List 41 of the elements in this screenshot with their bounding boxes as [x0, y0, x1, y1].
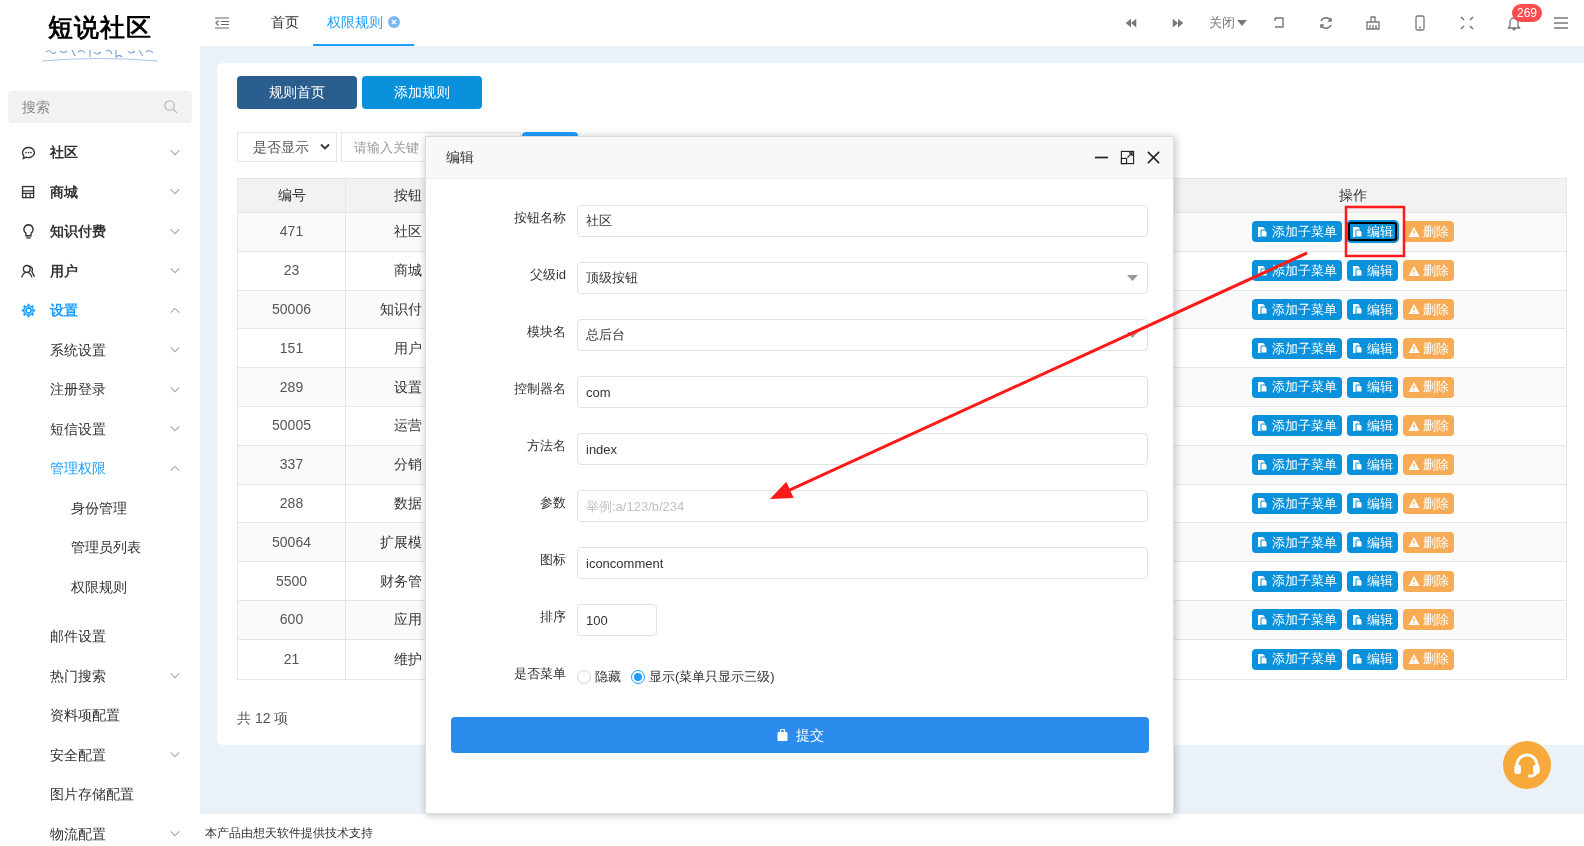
table-cell: 50005: [238, 407, 346, 445]
footer-text: 本产品由想天软件提供技术支持: [205, 824, 373, 842]
field-label: 父级id: [528, 266, 566, 285]
table-cell: 5500: [238, 562, 346, 600]
field-label: 参数: [539, 494, 566, 513]
column-header: 操作: [1338, 186, 1368, 205]
table-cell-text: 用户: [393, 338, 422, 358]
table-cell-text: 设置: [393, 377, 422, 397]
table-cell: 288: [238, 484, 346, 523]
table-cell-text: 数据: [393, 493, 422, 513]
table-cell: 50006: [238, 290, 346, 329]
table-cell-text: 商城: [393, 261, 422, 281]
field-label: 图标: [539, 551, 566, 570]
field-label: 控制器名: [513, 380, 566, 399]
table-cell-text: 财务管: [379, 571, 422, 591]
column-header: 编号: [238, 179, 346, 212]
notification-badge: 269: [1512, 4, 1543, 22]
table-cell: 600: [238, 600, 346, 639]
table-cell: 23: [238, 251, 346, 290]
table-cell-text: 知识付: [379, 300, 422, 319]
table-cell-text: 应用: [393, 610, 422, 630]
field-label: 模块名: [526, 323, 566, 342]
table-cell: 50064: [238, 523, 346, 562]
table-cell-text: 运营: [393, 416, 422, 436]
table-cell: 471: [238, 213, 346, 251]
field-label: 是否菜单: [513, 665, 566, 684]
pagination-total: 共 12 项: [237, 708, 289, 728]
column-header: 按钮: [393, 186, 422, 205]
table-cell: 151: [238, 329, 346, 368]
field-label: 排序: [539, 608, 566, 627]
table-cell: 21: [238, 639, 346, 679]
dialog-title: 编辑: [446, 148, 474, 167]
field-label: 方法名: [526, 437, 566, 456]
field-label: 按钮名称: [513, 209, 566, 228]
table-cell-text: 扩展模: [379, 532, 422, 552]
table-cell: 289: [238, 368, 346, 406]
table-cell-text: 维护: [393, 649, 422, 669]
table-cell: 337: [238, 445, 346, 484]
table-cell-text: 社区: [393, 222, 422, 242]
logo-text: 短说社区: [48, 12, 152, 43]
table-cell-text: 分销: [393, 455, 422, 475]
